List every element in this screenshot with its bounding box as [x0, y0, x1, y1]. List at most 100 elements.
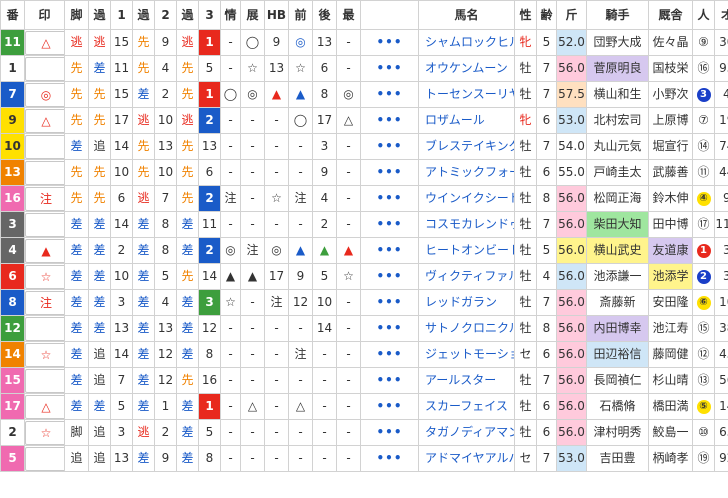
more-dots-icon[interactable]: ••• — [376, 425, 402, 439]
more-dots-icon[interactable]: ••• — [376, 191, 402, 205]
jockey-name[interactable]: 松岡正海 — [586, 185, 649, 212]
table-row[interactable]: 4 ▲ 差差 2 差 8 差 2 ◎ 注 ◎ ▲ ▲ ▲ ••• ヒートオンビート牡 5 56.0 横山武史 友道康 1… — [0, 237, 728, 264]
column-header[interactable]: 斤 — [556, 0, 587, 30]
more-dots-icon[interactable]: ••• — [376, 243, 402, 257]
more-menu-cell[interactable]: ••• — [360, 107, 419, 134]
column-header[interactable]: 脚 — [64, 0, 89, 30]
more-menu-cell[interactable]: ••• — [360, 211, 419, 238]
more-dots-icon[interactable]: ••• — [376, 269, 402, 283]
prediction-mark-cell[interactable]: ☆ — [24, 341, 65, 368]
horse-name-link[interactable]: スカーフェイス — [418, 393, 515, 420]
jockey-name[interactable]: 柴田大知 — [586, 211, 649, 238]
stable-name[interactable]: 小野次 — [648, 81, 693, 108]
jockey-name[interactable]: 団野大成 — [586, 29, 649, 56]
stable-name[interactable]: 藤岡健 — [648, 341, 693, 368]
more-menu-cell[interactable]: ••• — [360, 237, 419, 264]
horse-name-link[interactable]: ブレステイキング — [418, 133, 515, 160]
more-menu-cell[interactable]: ••• — [360, 393, 419, 420]
table-row[interactable]: 17 △ 差差 5 差 1 差 1- △ - △ - - ••• スカーフェイス牡 6 56.0 石橋脩 橋田満 ⑤ 1… — [0, 393, 728, 420]
jockey-name[interactable]: 斎藤新 — [586, 289, 649, 316]
prediction-mark-cell[interactable] — [24, 315, 65, 342]
more-dots-icon[interactable]: ••• — [376, 113, 402, 127]
stable-name[interactable]: 池江寿 — [648, 315, 693, 342]
horse-name-link[interactable]: レッドガラン — [418, 289, 515, 316]
column-header[interactable]: HB — [264, 0, 289, 30]
horse-name-link[interactable]: アトミックフォース — [418, 159, 515, 186]
prediction-mark-cell[interactable]: ◎ — [24, 81, 65, 108]
more-dots-icon[interactable]: ••• — [376, 35, 402, 49]
more-menu-cell[interactable]: ••• — [360, 263, 419, 290]
column-header[interactable]: 齢 — [536, 0, 557, 30]
more-dots-icon[interactable]: ••• — [376, 295, 402, 309]
jockey-name[interactable]: 石橋脩 — [586, 393, 649, 420]
prediction-mark-cell[interactable] — [24, 367, 65, 394]
jockey-name[interactable]: 菅原明良 — [586, 55, 649, 82]
jockey-name[interactable]: 池添謙一 — [586, 263, 649, 290]
table-row[interactable]: 14☆差追14差12差8---注--•••ジェットモーションセ656.0田辺裕信… — [0, 341, 728, 368]
prediction-mark-cell[interactable]: 注 — [24, 185, 65, 212]
more-menu-cell[interactable]: ••• — [360, 315, 419, 342]
more-menu-cell[interactable]: ••• — [360, 81, 419, 108]
stable-name[interactable]: 友道康 — [648, 237, 693, 264]
horse-name-link[interactable]: タガノディアマンテ — [418, 419, 515, 446]
column-header[interactable]: 3 — [198, 0, 221, 30]
more-dots-icon[interactable]: ••• — [376, 321, 402, 335]
column-header[interactable]: 後 — [312, 0, 337, 30]
more-dots-icon[interactable]: ••• — [376, 87, 402, 101]
table-row[interactable]: 3差差14差8差11----2-•••コスモカレンドゥラ牡756.0柴田大知田中… — [0, 211, 728, 238]
stable-name[interactable]: 武藤善 — [648, 159, 693, 186]
column-header[interactable]: 前 — [288, 0, 313, 30]
more-menu-cell[interactable]: ••• — [360, 159, 419, 186]
jockey-name[interactable]: 津村明秀 — [586, 419, 649, 446]
horse-name-link[interactable]: ヒートオンビート — [418, 237, 515, 264]
stable-name[interactable]: 鮫島一 — [648, 419, 693, 446]
column-header[interactable]: 最 — [336, 0, 361, 30]
prediction-mark-select[interactable] — [25, 316, 64, 341]
prediction-mark-cell[interactable] — [24, 55, 65, 82]
column-header[interactable]: 1 — [110, 0, 133, 30]
horse-name-link[interactable]: ジェットモーション — [418, 341, 515, 368]
column-header[interactable]: 過 — [132, 0, 155, 30]
table-row[interactable]: 15 差追 7 差 12 先 16- - - - - - ••• アールスター牡 7 56.0 長岡禎仁 杉山晴 ⑬… — [0, 367, 728, 394]
prediction-mark-cell[interactable]: 注 — [24, 289, 65, 316]
stable-name[interactable]: 池添学 — [648, 263, 693, 290]
table-row[interactable]: 16 注先先 6 逃 7 先 2 注 - ☆ 注 4- ••• ウインイクシード牡 8 56.0 松岡正海 鈴木伸… — [0, 185, 728, 212]
stable-name[interactable]: 鈴木伸 — [648, 185, 693, 212]
prediction-mark-select[interactable]: 注 — [25, 290, 64, 315]
prediction-mark-select[interactable] — [25, 212, 64, 237]
horse-name-link[interactable]: トーセンスーリヤ — [418, 81, 515, 108]
column-header[interactable]: 性 — [514, 0, 537, 30]
jockey-name[interactable]: 横山和生 — [586, 81, 649, 108]
column-header[interactable]: 番 — [0, 0, 25, 30]
prediction-mark-select[interactable] — [25, 56, 64, 81]
column-header[interactable]: 情 — [220, 0, 241, 30]
jockey-name[interactable]: 長岡禎仁 — [586, 367, 649, 394]
more-dots-icon[interactable]: ••• — [376, 217, 402, 231]
column-header[interactable]: 過 — [176, 0, 199, 30]
prediction-mark-select[interactable]: ☆ — [25, 420, 64, 445]
jockey-name[interactable]: 内田博幸 — [586, 315, 649, 342]
more-menu-cell[interactable]: ••• — [360, 445, 419, 472]
more-dots-icon[interactable]: ••• — [376, 139, 402, 153]
table-row[interactable]: 11 △ 逃逃 15 先 9 逃 1- ◯ 9 ◎ 13- ••• シャムロックヒル牝 5 52.0 団野大成佐… — [0, 29, 728, 56]
table-row[interactable]: 7 ◎ 先先 15 差 2 先 1 ◯ ◎ ▲ ▲ 8 ◎ ••• トーセンスーリヤ牡 7 57.5 横山和生 小野次… — [0, 81, 728, 108]
stable-name[interactable]: 杉山晴 — [648, 367, 693, 394]
more-dots-icon[interactable]: ••• — [376, 61, 402, 75]
column-header[interactable]: 2 — [154, 0, 177, 30]
stable-name[interactable]: 国枝栄 — [648, 55, 693, 82]
prediction-mark-select[interactable]: △ — [25, 108, 64, 133]
jockey-name[interactable]: 北村宏司 — [586, 107, 649, 134]
prediction-mark-cell[interactable]: ☆ — [24, 419, 65, 446]
column-header[interactable]: 人 — [692, 0, 715, 30]
horse-name-link[interactable]: コスモカレンドゥラ — [418, 211, 515, 238]
column-header[interactable]: 印 — [24, 0, 65, 30]
prediction-mark-select[interactable] — [25, 368, 64, 393]
prediction-mark-select[interactable] — [25, 160, 64, 185]
table-row[interactable]: 13先先10先10先6----9-•••アトミックフォース牡655.0戸崎圭太武… — [0, 159, 728, 186]
more-menu-cell[interactable]: ••• — [360, 341, 419, 368]
horse-name-link[interactable]: アドマイヤアルバ — [418, 445, 515, 472]
more-menu-cell[interactable]: ••• — [360, 55, 419, 82]
table-row[interactable]: 10 差追 14 先 13 先 13- - - -3- ••• ブレステイキング牡 7 54.0 丸山元気堀… — [0, 133, 728, 160]
stable-name[interactable]: 上原博 — [648, 107, 693, 134]
table-row[interactable]: 8 注差差 3 差 4 差 3 ☆ - 注 12 10- ••• レッドガラン牡 7 56.0 斎藤新 安田隆 ⑥ 1… — [0, 289, 728, 316]
